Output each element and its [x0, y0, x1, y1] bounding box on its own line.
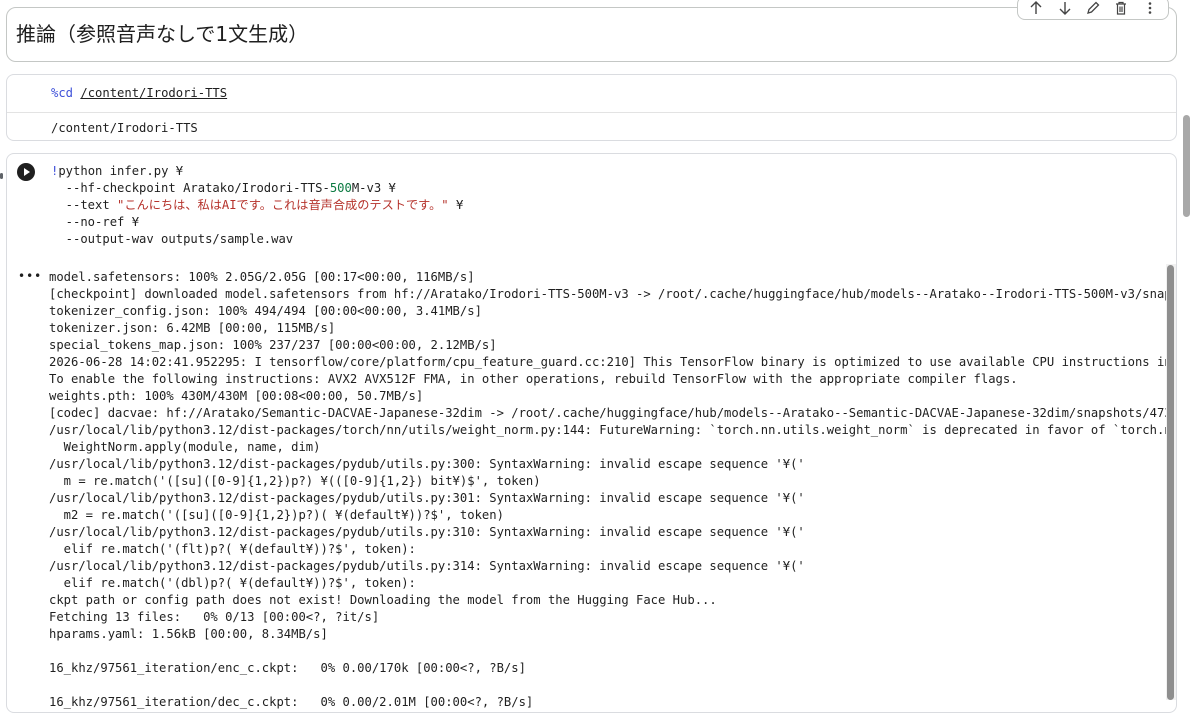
delete-icon — [1116, 1, 1127, 15]
output-line: 2026-06-28 14:02:41.952295: I tensorflow… — [49, 355, 1171, 369]
output-line: [checkpoint] downloaded model.safetensor… — [49, 287, 1171, 301]
output-line: [codec] dacvae: hf://Aratako/Semantic-DA… — [49, 406, 1171, 420]
output-line: special_tokens_map.json: 100% 237/237 [0… — [49, 338, 497, 352]
output-line: /usr/local/lib/python3.12/dist-packages/… — [49, 559, 805, 573]
code-line: --no-ref ¥ — [51, 215, 140, 229]
run-cell-button[interactable] — [17, 163, 35, 181]
magic-command: %cd — [51, 86, 74, 100]
output-line: 16_khz/97561_iteration/enc_c.ckpt: 0% 0.… — [49, 661, 526, 675]
move-down-button[interactable] — [1054, 0, 1076, 19]
edit-button[interactable] — [1082, 0, 1104, 19]
output-line: WeightNorm.apply(module, name, dim) — [49, 440, 321, 454]
code-line: !python infer.py ¥ — [51, 164, 184, 178]
output-text: model.safetensors: 100% 2.05G/2.05G [00:… — [49, 269, 1171, 711]
path-link[interactable]: /content/Irodori-TTS — [80, 86, 227, 100]
code-editor[interactable]: !python infer.py ¥ --hf-checkpoint Arata… — [51, 163, 463, 248]
code-line: --text "こんにちは、私はAIです。これは音声合成のテストです。" ¥ — [51, 198, 464, 212]
output-line: ckpt path or config path does not exist!… — [49, 593, 717, 607]
output-line: elif re.match('(dbl)p?( ¥(default¥))?$',… — [49, 576, 416, 590]
code-line: --output-wav outputs/sample.wav — [51, 232, 294, 246]
output-line: hparams.yaml: 1.56kB [00:00, 8.34MB/s] — [49, 627, 328, 641]
cell-output: ••• model.safetensors: 100% 2.05G/2.05G … — [7, 266, 1176, 712]
cell-focus-indicator — [0, 173, 3, 179]
more-options-button[interactable] — [1139, 0, 1161, 19]
page-scrollbar[interactable] — [1183, 115, 1190, 217]
output-line: To enable the following instructions: AV… — [49, 372, 1018, 386]
output-line: tokenizer_config.json: 100% 494/494 [00:… — [49, 304, 482, 318]
output-text: /content/Irodori-TTS — [51, 121, 198, 135]
output-line: /usr/local/lib/python3.12/dist-packages/… — [49, 491, 805, 505]
output-line: /usr/local/lib/python3.12/dist-packages/… — [49, 423, 1171, 437]
code-cell-infer[interactable]: !python infer.py ¥ --hf-checkpoint Arata… — [6, 153, 1177, 713]
output-scrollbar[interactable] — [1167, 265, 1174, 700]
output-line: /usr/local/lib/python3.12/dist-packages/… — [49, 457, 805, 471]
output-line: elif re.match('(flt)p?( ¥(default¥))?$',… — [49, 542, 416, 556]
code-line: --hf-checkpoint Aratako/Irodori-TTS-500M… — [51, 181, 396, 195]
code-line: %cd /content/Irodori-TTS — [51, 85, 227, 102]
output-line: 16_khz/97561_iteration/dec_c.ckpt: 0% 0.… — [49, 695, 534, 709]
output-line: m = re.match('([su]([0-9]{1,2})p?) ¥(([0… — [49, 474, 541, 488]
move-up-button[interactable] — [1025, 0, 1047, 19]
string-token: "こんにちは、私はAIです。これは音声合成のテストです。" — [117, 198, 449, 212]
cell-toolbar — [1017, 0, 1169, 20]
output-line: Fetching 13 files: 0% 0/13 [00:00<?, ?it… — [49, 610, 380, 624]
output-line: model.safetensors: 100% 2.05G/2.05G [00:… — [49, 270, 475, 284]
number-token: 500 — [329, 181, 352, 195]
edit-icon — [1087, 1, 1100, 14]
output-line: weights.pth: 100% 430M/430M [00:08<00:00… — [49, 389, 424, 403]
markdown-cell[interactable]: 推論（参照音声なしで1文生成） — [6, 0, 1177, 62]
output-line: /usr/local/lib/python3.12/dist-packages/… — [49, 525, 805, 539]
output-line: tokenizer.json: 6.42MB [00:00, 115MB/s] — [49, 321, 336, 335]
cell-heading: 推論（参照音声なしで1文生成） — [16, 22, 309, 46]
arrow-down-icon — [1059, 2, 1071, 15]
code-editor[interactable]: %cd /content/Irodori-TTS — [7, 75, 1176, 113]
code-cell-cd[interactable]: %cd /content/Irodori-TTS /content/Irodor… — [6, 74, 1177, 141]
delete-button[interactable] — [1110, 0, 1132, 19]
arrow-up-icon — [1030, 1, 1042, 14]
output-actions-button[interactable]: ••• — [18, 269, 42, 283]
output-line: m2 = re.match('([su]([0-9]{1,2})p?)( ¥(d… — [49, 508, 504, 522]
more-vert-icon — [1148, 2, 1152, 14]
